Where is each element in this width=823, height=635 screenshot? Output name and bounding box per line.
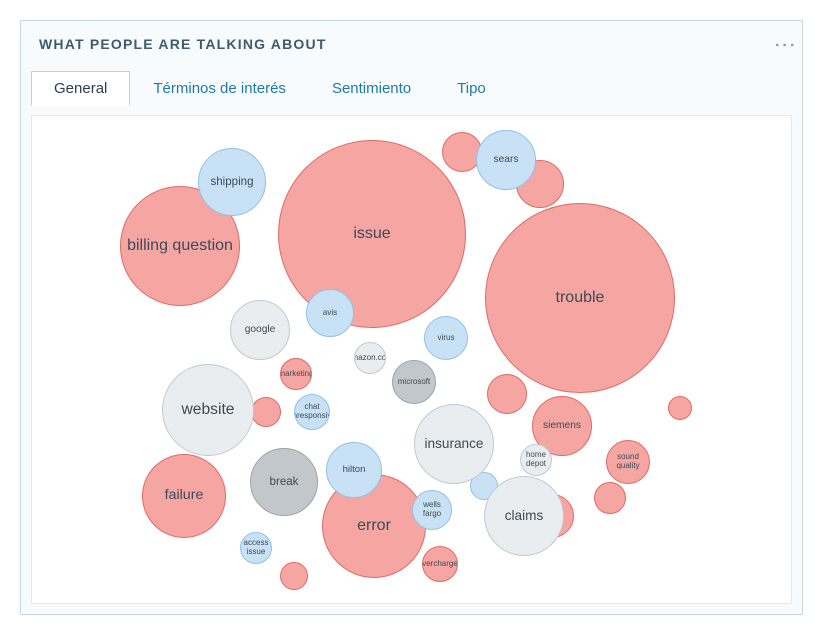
bubble-shipping[interactable]: shipping xyxy=(198,148,266,216)
tab-bar: General Términos de interés Sentimiento … xyxy=(21,71,802,106)
bubble-bubble-16[interactable] xyxy=(594,482,626,514)
bubble-marketing[interactable]: marketing xyxy=(280,358,312,390)
bubble-google[interactable]: google xyxy=(230,300,290,360)
bubble-chat-unresponsive[interactable]: chat unresponsive xyxy=(294,394,330,430)
bubble-sears[interactable]: sears xyxy=(476,130,536,190)
bubble-claims[interactable]: claims xyxy=(484,476,564,556)
bubble-issue[interactable]: issue xyxy=(278,140,466,328)
bubble-sound-quality[interactable]: sound quality xyxy=(606,440,650,484)
bubble-avis[interactable]: avis xyxy=(306,289,354,337)
bubble-bubble-11[interactable] xyxy=(251,397,281,427)
card-title: WHAT PEOPLE ARE TALKING ABOUT xyxy=(39,36,327,52)
topic-card: WHAT PEOPLE ARE TALKING ABOUT ⋮ General … xyxy=(20,20,803,615)
more-vertical-icon[interactable]: ⋮ xyxy=(779,30,790,58)
tab-tipo[interactable]: Tipo xyxy=(434,71,509,106)
bubble-home-depot[interactable]: home depot xyxy=(520,444,552,476)
bubble-failure[interactable]: failure xyxy=(142,454,226,538)
bubble-website[interactable]: website xyxy=(162,364,254,456)
bubble-chart: issuetroublebilling questionfailureerror… xyxy=(31,115,792,604)
tab-sentimiento[interactable]: Sentimiento xyxy=(309,71,434,106)
card-header: WHAT PEOPLE ARE TALKING ABOUT ⋮ xyxy=(21,21,802,67)
bubble-amazon-com[interactable]: amazon.com xyxy=(354,342,386,374)
bubble-bubble-15[interactable] xyxy=(668,396,692,420)
bubble-break[interactable]: break xyxy=(250,448,318,516)
bubble-overcharged[interactable]: overcharged xyxy=(422,546,458,582)
bubble-hilton[interactable]: hilton xyxy=(326,442,382,498)
bubble-bubble-14[interactable] xyxy=(280,562,308,590)
bubble-wells-fargo[interactable]: wells fargo xyxy=(412,490,452,530)
tab-general[interactable]: General xyxy=(31,71,130,106)
tab-terminos[interactable]: Términos de interés xyxy=(130,71,309,106)
bubble-virus[interactable]: virus xyxy=(424,316,468,360)
bubble-insurance[interactable]: insurance xyxy=(414,404,494,484)
bubble-microsoft[interactable]: microsoft xyxy=(392,360,436,404)
bubble-trouble[interactable]: trouble xyxy=(485,203,675,393)
bubble-bubble-8[interactable] xyxy=(487,374,527,414)
bubble-access-issue[interactable]: access issue xyxy=(240,532,272,564)
